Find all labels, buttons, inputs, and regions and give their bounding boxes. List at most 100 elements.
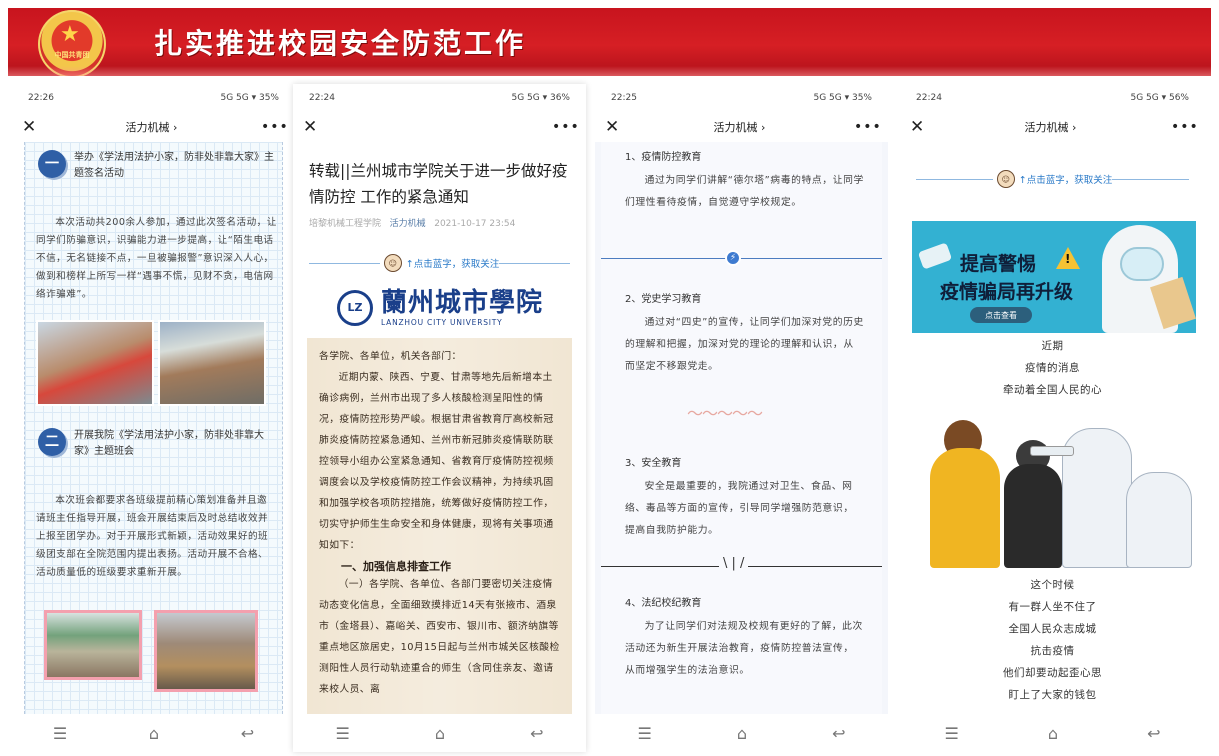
section-paragraph: 本次活动共200余人参加，通过此次签名活动，让同学们防骗意识，识骗能力进一步提高…: [36, 217, 277, 300]
lightning-icon: ⚡: [725, 250, 741, 266]
article-date: 2021-10-17 23:54: [434, 219, 516, 229]
class-meeting-photo: [44, 610, 142, 680]
system-nav-bar: ☰ ⌂ ↩: [900, 714, 1205, 752]
mascot-icon: ☺: [383, 254, 402, 272]
poem-line: 有一群人坐不住了: [1008, 601, 1097, 613]
person-black-coat: [1004, 464, 1062, 568]
account-name-link[interactable]: 活力机械 ›: [126, 119, 178, 135]
article-content[interactable]: 一 举办《学法用法护小家，防非处非靠大家》主题签名活动 本次活动共200余人参加…: [12, 142, 295, 714]
home-icon[interactable]: ⌂: [1048, 724, 1058, 743]
menu-icon[interactable]: ☰: [638, 724, 652, 743]
system-nav-bar: ☰ ⌂ ↩: [595, 714, 888, 752]
university-name-cn: 蘭州城市學院: [381, 288, 544, 318]
follow-prompt[interactable]: ☺ ↑点击蓝字，获取关注: [309, 252, 570, 274]
poem-line: 近期: [1041, 340, 1064, 352]
back-icon[interactable]: ↩: [832, 724, 845, 743]
view-details-button[interactable]: 点击查看: [970, 307, 1032, 323]
divider: [1112, 178, 1189, 180]
phone-screenshot-3: 22:25 5G 5G ▾ 35% ✕ 活力机械 › ••• 1、疫情防控教育 …: [595, 84, 888, 752]
event-photo: [158, 320, 266, 406]
more-icon[interactable]: •••: [1171, 119, 1198, 135]
banner-headline: 提高警惕: [960, 253, 1037, 275]
account-name-link[interactable]: 活力机械 ›: [714, 119, 766, 135]
article-panel: 1、疫情防控教育 通过为同学们讲解“德尔塔”病毒的特点，让同学们理性看待疫情，自…: [601, 142, 882, 714]
close-icon[interactable]: ✕: [910, 117, 930, 137]
poem-line: 牵动着全国人民的心: [1003, 384, 1102, 396]
system-nav-bar: ☰ ⌂ ↩: [12, 714, 295, 752]
more-icon[interactable]: •••: [552, 119, 579, 135]
emblem-text: 中国共青团: [54, 51, 90, 59]
header-banner: ★ 中国共青团 扎实推进校园安全防范工作: [8, 8, 1211, 76]
home-icon[interactable]: ⌂: [149, 724, 159, 743]
item-body: 为了让同学们对法规及校规有更好的了解，此次活动还为新生开展法治教育，疫情防控普法…: [625, 621, 863, 676]
face-shield-icon: [1120, 247, 1164, 281]
phone-screenshot-1: 22:26 5G 5G ▾ 35% ✕ 活力机械 › ••• 一 举办《学法用法…: [12, 84, 295, 752]
poem-line: 这个时候: [1030, 579, 1075, 591]
item-body: 安全是最重要的，我院通过对卫生、食品、网络、毒品等方面的宣传，引导同学增强防范意…: [625, 481, 854, 536]
section-number-badge: 二: [38, 428, 66, 456]
close-icon[interactable]: ✕: [605, 117, 625, 137]
notice-greeting: 各学院、各单位，机关各部门：: [319, 351, 462, 362]
article-content[interactable]: ☺ ↑点击蓝字，获取关注 提高警惕 ! 疫情骗局再升级 点击查看 近期 疫情的消…: [900, 142, 1205, 714]
section-heading-text: 开展我院《学法用法护小家，防非处非靠大家》主题班会: [74, 430, 264, 457]
poem-line: 抗击疫情: [1030, 645, 1075, 657]
nav-bar: ✕ 活力机械 › •••: [12, 112, 295, 142]
menu-icon[interactable]: ☰: [53, 724, 67, 743]
poem-block-top: 近期 疫情的消息 牵动着全国人民的心: [900, 335, 1205, 401]
section-paragraph: 本次班会都要求各班级提前精心策划准备并且邀请班主任指导开展，班会开展结束后及时总…: [36, 495, 269, 578]
status-signal: 5G 5G ▾ 35%: [813, 93, 872, 103]
notice-heading: 一、加强信息排查工作: [341, 560, 451, 573]
back-icon[interactable]: ↩: [1147, 724, 1160, 743]
status-time: 22:24: [916, 93, 942, 103]
medical-worker-figure: [1126, 472, 1192, 568]
follow-text: ↑点击蓝字，获取关注: [405, 259, 500, 270]
home-icon[interactable]: ⌂: [737, 724, 747, 743]
poem-line: 盯上了大家的钱包: [1008, 689, 1097, 701]
back-icon[interactable]: ↩: [530, 724, 543, 743]
article-content[interactable]: 1、疫情防控教育 通过为同学们讲解“德尔塔”病毒的特点，让同学们理性看待疫情，自…: [595, 142, 888, 714]
item-heading: 3、安全教育: [625, 458, 682, 469]
home-icon[interactable]: ⌂: [435, 724, 445, 743]
star-icon: ★: [60, 22, 80, 47]
more-icon[interactable]: •••: [261, 119, 288, 135]
event-photo: [36, 320, 154, 406]
article-source: 培黎机械工程学院: [309, 219, 382, 229]
nav-bar: ✕ 活力机械 › •••: [595, 112, 888, 142]
system-nav-bar: ☰ ⌂ ↩: [293, 714, 586, 752]
university-name-en: LANZHOU CITY UNIVERSITY: [381, 318, 503, 327]
item-heading: 2、党史学习教育: [625, 294, 702, 305]
status-bar: 22:25 5G 5G ▾ 35%: [595, 84, 888, 112]
section-heading-text: 举办《学法用法护小家，防非处非靠大家》主题签名活动: [74, 152, 274, 179]
article-content[interactable]: 转载||兰州城市学院关于进一步做好疫情防控 工作的紧急通知 培黎机械工程学院 活…: [293, 142, 586, 714]
poem-line: 全国人民众志成城: [1008, 623, 1097, 635]
status-time: 22:26: [28, 93, 54, 103]
close-icon[interactable]: ✕: [303, 117, 323, 137]
item-body: 通过为同学们讲解“德尔塔”病毒的特点，让同学们理性看待疫情，自觉遵守学校规定。: [625, 175, 864, 208]
status-bar: 22:24 5G 5G ▾ 56%: [900, 84, 1205, 112]
divider: [601, 258, 882, 259]
menu-icon[interactable]: ☰: [945, 724, 959, 743]
menu-icon[interactable]: ☰: [336, 724, 350, 743]
close-icon[interactable]: ✕: [22, 117, 42, 137]
follow-prompt[interactable]: ☺ ↑点击蓝字，获取关注: [916, 168, 1189, 190]
divider: [916, 178, 993, 180]
follow-text: ↑点击蓝字，获取关注: [1018, 175, 1113, 186]
university-logo: LZ 蘭州城市學院 LANZHOU CITY UNIVERSITY: [337, 288, 543, 327]
status-signal: 5G 5G ▾ 36%: [511, 93, 570, 103]
nav-bar: ✕ 活力机械 › •••: [900, 112, 1205, 142]
article-account-link[interactable]: 活力机械: [390, 219, 426, 229]
status-time: 22:24: [309, 93, 335, 103]
account-name-link[interactable]: 活力机械 ›: [1025, 119, 1077, 135]
item-body: 通过对“四史”的宣传，让同学们加深对党的历史的理解和把握，加深对党的理论的理解和…: [625, 317, 864, 372]
section-heading: 一 举办《学法用法护小家，防非处非靠大家》主题签名活动: [38, 150, 275, 182]
status-signal: 5G 5G ▾ 56%: [1130, 93, 1189, 103]
class-meeting-photo: [154, 610, 258, 692]
section-number-badge: 一: [38, 150, 66, 178]
back-icon[interactable]: ↩: [241, 724, 254, 743]
more-icon[interactable]: •••: [854, 119, 881, 135]
phone-screenshot-4: 22:24 5G 5G ▾ 56% ✕ 活力机械 › ••• ☺ ↑点击蓝字，获…: [900, 84, 1205, 752]
item-heading: 1、疫情防控教育: [625, 152, 702, 163]
thermometer-icon: [1030, 446, 1074, 456]
fraud-warning-banner[interactable]: 提高警惕 ! 疫情骗局再升级 点击查看: [912, 221, 1196, 333]
slash-divider-icon: \ | /: [719, 556, 749, 571]
